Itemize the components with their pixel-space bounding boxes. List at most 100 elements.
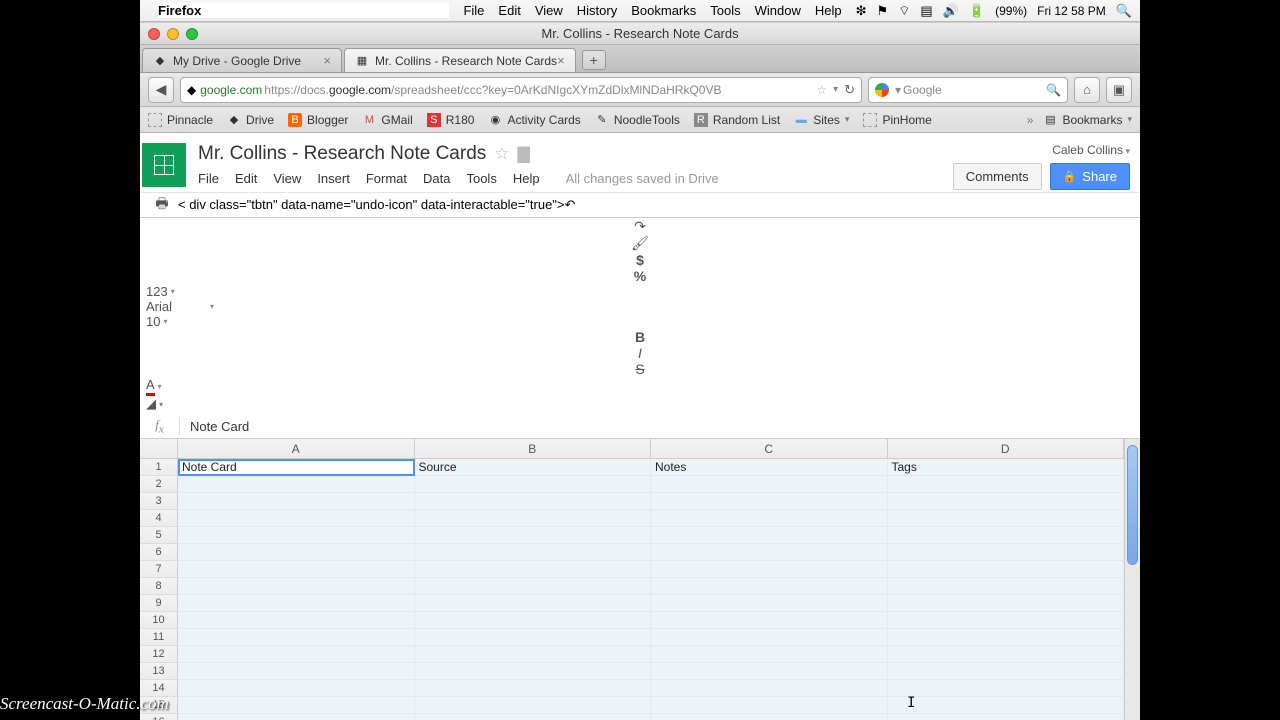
menu-format[interactable]: Format — [366, 171, 407, 186]
document-title[interactable]: Mr. Collins - Research Note Cards — [198, 143, 486, 165]
cell[interactable]: Tags — [888, 459, 1125, 476]
cell[interactable] — [178, 663, 415, 680]
search-icon[interactable]: 🔍 — [1046, 83, 1061, 97]
cell[interactable] — [415, 493, 652, 510]
menu-tools[interactable]: Tools — [466, 171, 496, 186]
cell[interactable] — [178, 544, 415, 561]
row-header[interactable]: 12 — [140, 646, 178, 663]
bookmark-item[interactable]: ✎NoodleTools — [595, 113, 680, 127]
cell[interactable] — [888, 561, 1125, 578]
mac-menu-bookmarks[interactable]: Bookmarks — [631, 3, 696, 18]
binoculars-icon[interactable]: ⚑ — [877, 3, 889, 19]
row-header[interactable]: 9 — [140, 595, 178, 612]
menu-insert[interactable]: Insert — [317, 171, 350, 186]
browser-tab-active[interactable]: ▦ Mr. Collins - Research Note Cards × — [344, 48, 576, 72]
cell[interactable] — [415, 544, 652, 561]
cell[interactable] — [888, 510, 1125, 527]
cell[interactable] — [888, 663, 1125, 680]
cell[interactable] — [651, 561, 888, 578]
bookmark-star-icon[interactable]: ☆ — [816, 83, 827, 97]
cell[interactable] — [651, 544, 888, 561]
reload-icon[interactable]: ↻ — [844, 82, 855, 98]
cell[interactable] — [178, 561, 415, 578]
cell[interactable] — [415, 612, 652, 629]
mac-menu-view[interactable]: View — [535, 3, 563, 18]
bold-icon[interactable]: B — [140, 329, 1140, 345]
row-header[interactable]: 5 — [140, 527, 178, 544]
comments-button[interactable]: Comments — [953, 163, 1042, 190]
cell[interactable] — [888, 680, 1125, 697]
column-header[interactable]: D — [888, 439, 1125, 458]
cell[interactable] — [415, 527, 652, 544]
cell[interactable] — [888, 527, 1125, 544]
cell[interactable] — [888, 612, 1125, 629]
account-menu[interactable]: Caleb Collins — [1052, 143, 1130, 157]
search-box[interactable]: ▾ Google 🔍 — [868, 77, 1068, 103]
battery-icon[interactable]: 🔋 — [969, 3, 985, 19]
strikethrough-icon[interactable]: S — [140, 361, 1140, 377]
menu-data[interactable]: Data — [423, 171, 450, 186]
cell[interactable] — [415, 561, 652, 578]
cell[interactable] — [651, 510, 888, 527]
back-button[interactable]: ◀ — [148, 77, 174, 103]
cell[interactable] — [651, 629, 888, 646]
font-size-dropdown[interactable]: 10▾ — [140, 314, 176, 329]
sheets-logo-icon[interactable] — [142, 143, 186, 187]
cell[interactable] — [178, 510, 415, 527]
move-folder-icon[interactable]: ▇ — [518, 144, 530, 164]
column-header[interactable]: A — [178, 439, 415, 458]
currency-icon[interactable]: $ — [140, 252, 1140, 268]
print-icon[interactable]: 🖶 — [150, 193, 174, 217]
bookmark-item[interactable]: SR180 — [427, 113, 475, 127]
formula-value[interactable]: Note Card — [180, 419, 259, 434]
cell[interactable]: Notes — [651, 459, 888, 476]
row-header[interactable]: 10 — [140, 612, 178, 629]
cell[interactable] — [888, 493, 1125, 510]
cell[interactable] — [415, 714, 652, 720]
mac-menu-help[interactable]: Help — [815, 3, 842, 18]
cell[interactable] — [888, 629, 1125, 646]
cell[interactable] — [178, 629, 415, 646]
mac-menu-tools[interactable]: Tools — [710, 3, 740, 18]
cell[interactable] — [888, 646, 1125, 663]
column-header[interactable]: C — [651, 439, 888, 458]
row-header[interactable]: 7 — [140, 561, 178, 578]
cell[interactable] — [178, 595, 415, 612]
cell[interactable] — [888, 714, 1125, 720]
cell[interactable] — [178, 527, 415, 544]
cell[interactable] — [651, 714, 888, 720]
cell[interactable] — [651, 663, 888, 680]
cell[interactable] — [651, 646, 888, 663]
cell[interactable] — [415, 595, 652, 612]
scrollbar-thumb[interactable] — [1127, 445, 1138, 565]
bookmark-item[interactable]: BBlogger — [288, 113, 348, 127]
cell[interactable] — [178, 714, 415, 720]
cell[interactable] — [651, 527, 888, 544]
address-bar[interactable]: ◆ google.com https://docs.google.com/spr… — [180, 77, 862, 103]
cell[interactable] — [651, 578, 888, 595]
cell[interactable] — [415, 578, 652, 595]
cell[interactable] — [415, 646, 652, 663]
share-button[interactable]: 🔒Share — [1050, 163, 1130, 190]
cell[interactable] — [888, 595, 1125, 612]
site-identity-icon[interactable]: ◆ — [187, 83, 196, 97]
display-icon[interactable]: ▤ — [920, 3, 932, 19]
cell[interactable] — [178, 646, 415, 663]
cell[interactable] — [178, 680, 415, 697]
row-header[interactable]: 16 — [140, 714, 178, 720]
mac-menu-window[interactable]: Window — [755, 3, 801, 18]
cell[interactable] — [415, 629, 652, 646]
fill-color-dropdown[interactable]: ◢▾ — [140, 396, 1140, 412]
mac-menu-history[interactable]: History — [577, 3, 617, 18]
row-header[interactable]: 8 — [140, 578, 178, 595]
select-all-corner[interactable] — [140, 439, 178, 458]
row-header[interactable]: 4 — [140, 510, 178, 527]
mac-menu-file[interactable]: File — [463, 3, 484, 18]
home-button[interactable]: ⌂ — [1074, 77, 1100, 103]
app-name[interactable]: Firefox — [158, 3, 449, 18]
cell[interactable]: Note Card — [178, 459, 415, 476]
wifi-icon[interactable]: ⌔ — [898, 3, 910, 19]
cell[interactable] — [178, 493, 415, 510]
cell[interactable]: Source — [415, 459, 652, 476]
cell[interactable] — [888, 476, 1125, 493]
